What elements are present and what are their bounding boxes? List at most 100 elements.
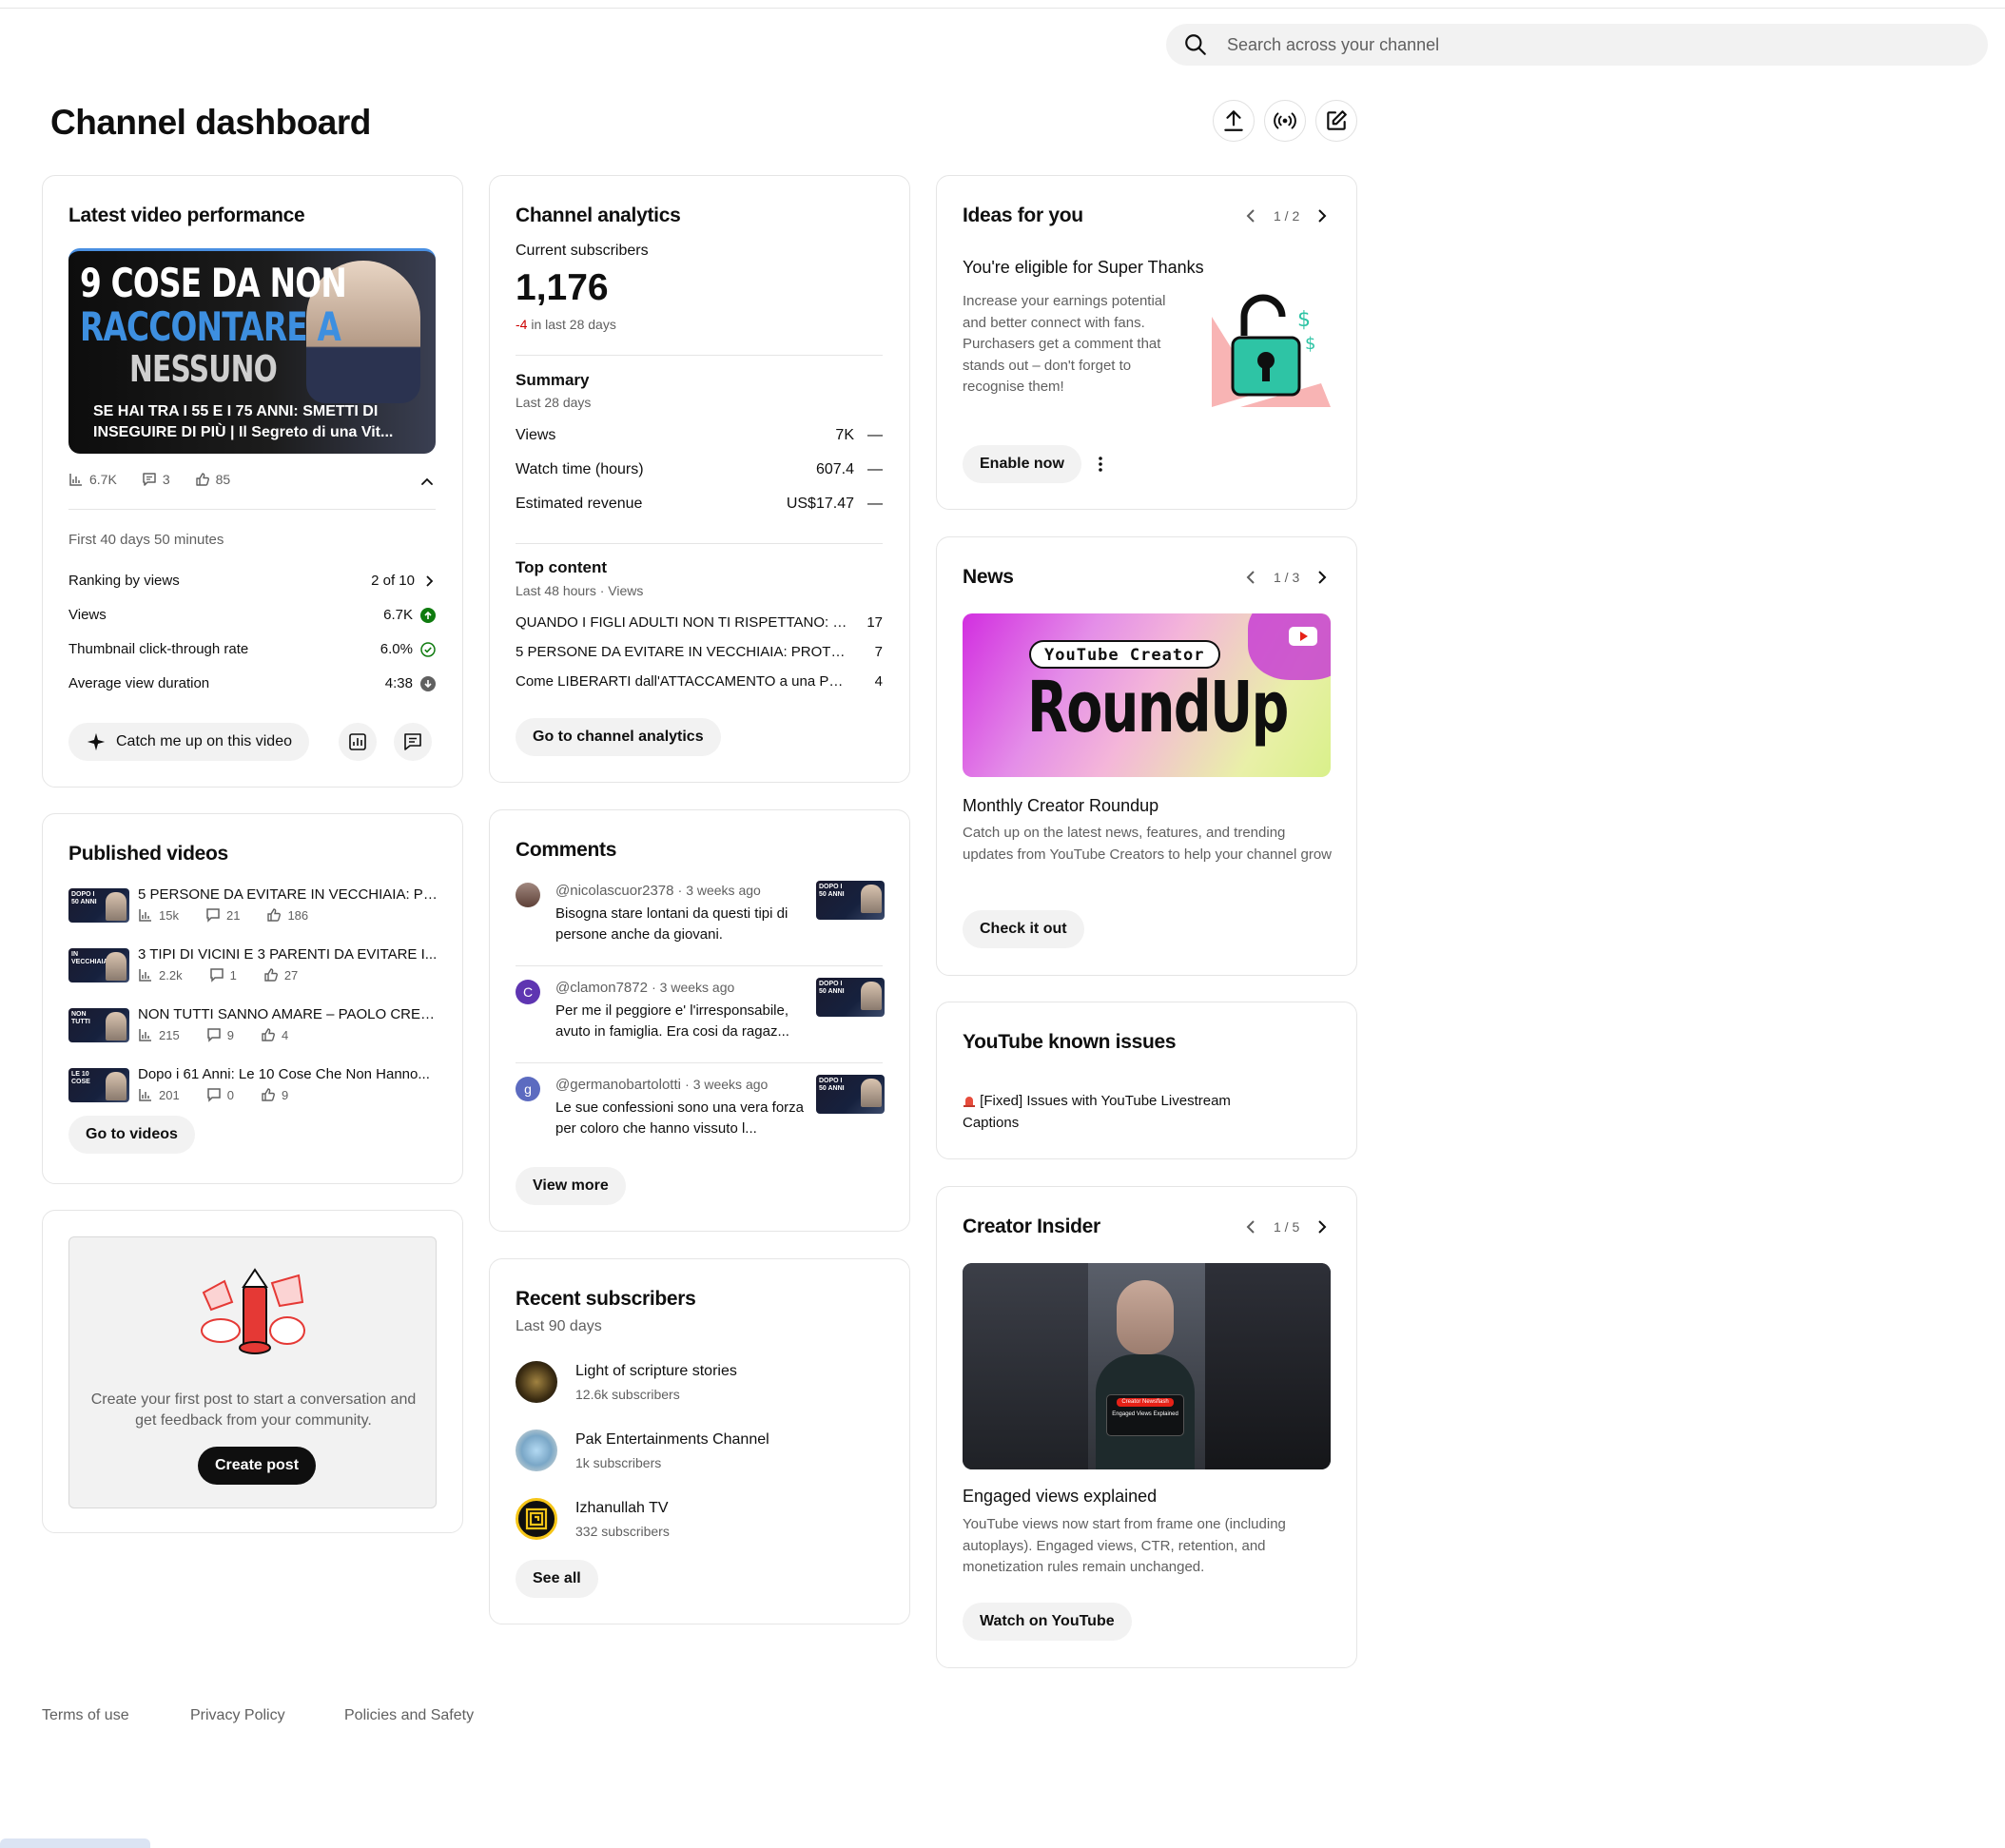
- chevron-left-icon[interactable]: [1243, 1218, 1260, 1235]
- chevron-right-icon[interactable]: [1313, 1218, 1330, 1235]
- terms-link[interactable]: Terms of use: [42, 1707, 129, 1724]
- like-icon: [264, 968, 278, 982]
- comment-author: @nicolascuor2378: [555, 883, 674, 899]
- video-analytics-button[interactable]: [339, 723, 377, 761]
- thumb-right-panel: [1205, 1263, 1331, 1469]
- chevron-up-icon[interactable]: [419, 474, 435, 489]
- summary-value: US$17.47: [786, 496, 854, 512]
- comment-text: Le sue confessioni sono una vera forza p…: [555, 1099, 804, 1137]
- thumbnail-line-2: RACCONTARE A: [80, 303, 341, 350]
- analytics-icon: [349, 733, 366, 750]
- comment-video-thumbnail: DOPO I 50 ANNI: [816, 978, 885, 1017]
- go-live-button[interactable]: [1264, 100, 1306, 142]
- subscriber-avatar: [516, 1498, 557, 1540]
- top-content-row[interactable]: 5 PERSONE DA EVITARE IN VECCHIAIA: PROTE…: [516, 644, 883, 660]
- chevron-right-icon: [426, 574, 434, 587]
- thumbnail-line-1: 9 COSE DA NON: [80, 260, 347, 306]
- subscriber-item[interactable]: Izhanullah TV 332 subscribers: [516, 1496, 883, 1544]
- search-bar[interactable]: Search across your channel: [1166, 24, 1988, 66]
- metric-label: Ranking by views: [68, 573, 180, 589]
- banner-title: RoundUp: [1027, 667, 1289, 749]
- create-post-header-button[interactable]: [1315, 100, 1357, 142]
- top-content-row[interactable]: Come LIBERARTI dall'ATTACCAMENTO a una P…: [516, 673, 883, 690]
- metric-avd: Average view duration 4:38: [68, 675, 436, 691]
- comments-count: 1: [229, 967, 237, 982]
- bar-chart-icon: [69, 474, 82, 486]
- known-issue-item[interactable]: [Fixed] Issues with YouTube Livestream C…: [963, 1091, 1276, 1134]
- views-count: 201: [159, 1087, 180, 1102]
- bar-chart-icon: [139, 1029, 151, 1041]
- upload-button[interactable]: [1213, 100, 1255, 142]
- latest-comments: 3: [162, 472, 170, 487]
- video-title: 5 PERSONE DA EVITARE IN VECCHIAIA: PR...: [138, 886, 439, 903]
- like-icon: [262, 1028, 275, 1041]
- metric-value: 2 of 10: [371, 573, 415, 589]
- subscriber-item[interactable]: Pak Entertainments Channel 1k subscriber…: [516, 1428, 883, 1475]
- comment-item[interactable]: C @clamon7872 · 3 weeks ago Per me il pe…: [516, 978, 885, 1063]
- latest-views: 6.7K: [89, 472, 117, 487]
- analytics-title: Channel analytics: [516, 204, 681, 226]
- summary-title: Summary: [516, 371, 590, 389]
- search-input[interactable]: Search across your channel: [1227, 35, 1439, 55]
- subscriber-count: 1k subscribers: [575, 1455, 662, 1470]
- video-title: 3 TIPI DI VICINI E 3 PARENTI DA EVITARE …: [138, 946, 438, 963]
- video-stats: 201 0 9: [138, 1087, 288, 1102]
- subscriber-item[interactable]: Light of scripture stories 12.6k subscri…: [516, 1359, 883, 1407]
- published-video-item[interactable]: LE 10 COSE Dopo i 61 Anni: Le 10 Cose Ch…: [68, 1064, 439, 1110]
- top-content-title: Top content: [516, 558, 607, 576]
- thumb-text: DOPO I 50 ANNI: [71, 891, 97, 905]
- metric-ranking[interactable]: Ranking by views 2 of 10: [68, 573, 436, 589]
- create-post-panel: Create your first post to start a conver…: [68, 1236, 437, 1508]
- published-video-item[interactable]: IN VECCHIAIA 3 TIPI DI VICINI E 3 PARENT…: [68, 944, 439, 990]
- create-post-button[interactable]: Create post: [198, 1447, 317, 1485]
- video-comments-button[interactable]: [394, 723, 432, 761]
- summary-row-revenue: Estimated revenue US$17.47 —: [516, 496, 883, 513]
- go-to-videos-button[interactable]: Go to videos: [68, 1116, 195, 1154]
- news-banner[interactable]: YouTube Creator RoundUp: [963, 613, 1331, 777]
- insider-video-thumbnail[interactable]: Creator Newsflash Engaged Views Explaine…: [963, 1263, 1331, 1469]
- insider-body: YouTube views now start from frame one (…: [963, 1516, 1286, 1575]
- subscribers-change: -4 in last 28 days: [516, 317, 616, 332]
- ideas-body: Increase your earnings potential and bet…: [963, 293, 1166, 395]
- chevron-left-icon[interactable]: [1243, 207, 1260, 224]
- comment-icon: [206, 1028, 221, 1042]
- summary-trend: —: [867, 496, 883, 512]
- watch-on-youtube-button[interactable]: Watch on YouTube: [963, 1603, 1132, 1641]
- comment-item[interactable]: @nicolascuor2378 · 3 weeks ago Bisogna s…: [516, 881, 885, 966]
- top-content-row[interactable]: QUANDO I FIGLI ADULTI NON TI RISPETTANO:…: [516, 614, 883, 631]
- comment-author: @germanobartolotti: [555, 1077, 681, 1093]
- edit-icon: [1327, 110, 1347, 130]
- latest-video-thumbnail[interactable]: 9 COSE DA NON RACCONTARE A NESSUNO SE HA…: [68, 248, 436, 454]
- enable-now-button[interactable]: Enable now: [963, 445, 1081, 483]
- more-vert-icon[interactable]: [1091, 455, 1110, 474]
- arrow-down-grey-icon: [420, 675, 436, 691]
- metric-ctr: Thumbnail click-through rate 6.0%: [68, 641, 436, 657]
- thumb-face: [106, 892, 127, 921]
- view-more-comments-button[interactable]: View more: [516, 1167, 626, 1205]
- ideas-page-indicator: 1 / 2: [1274, 208, 1300, 224]
- policies-link[interactable]: Policies and Safety: [344, 1707, 474, 1724]
- top-content-views: 7: [874, 644, 883, 660]
- comment-video-thumbnail: DOPO I 50 ANNI: [816, 881, 885, 920]
- subscriber-count: 12.6k subscribers: [575, 1387, 680, 1402]
- subscribers-delta: -4: [516, 317, 528, 332]
- chevron-left-icon[interactable]: [1243, 569, 1260, 586]
- bar-chart-icon: [139, 909, 151, 922]
- check-it-out-button[interactable]: Check it out: [963, 910, 1084, 948]
- create-post-text: Create your first post to start a conver…: [90, 1391, 417, 1429]
- see-all-subscribers-button[interactable]: See all: [516, 1560, 598, 1598]
- comment-item[interactable]: g @germanobartolotti · 3 weeks ago Le su…: [516, 1075, 885, 1160]
- comment-time: · 3 weeks ago: [677, 883, 761, 898]
- privacy-link[interactable]: Privacy Policy: [190, 1707, 285, 1724]
- published-video-item[interactable]: NON TUTTI NON TUTTI SANNO AMARE – PAOLO …: [68, 1004, 439, 1050]
- subscribers-delta-suffix: in last 28 days: [531, 317, 616, 332]
- comments-count: 9: [226, 1027, 234, 1042]
- top-content-video: Come LIBERARTI dall'ATTACCAMENTO a una P…: [516, 673, 848, 690]
- chevron-right-icon[interactable]: [1313, 569, 1330, 586]
- svg-text:$: $: [1297, 308, 1311, 332]
- video-thumbnail: DOPO I 50 ANNI: [68, 888, 129, 923]
- published-video-item[interactable]: DOPO I 50 ANNI 5 PERSONE DA EVITARE IN V…: [68, 885, 439, 930]
- catch-up-button[interactable]: Catch me up on this video: [68, 723, 309, 761]
- chevron-right-icon[interactable]: [1313, 207, 1330, 224]
- go-to-analytics-button[interactable]: Go to channel analytics: [516, 718, 721, 756]
